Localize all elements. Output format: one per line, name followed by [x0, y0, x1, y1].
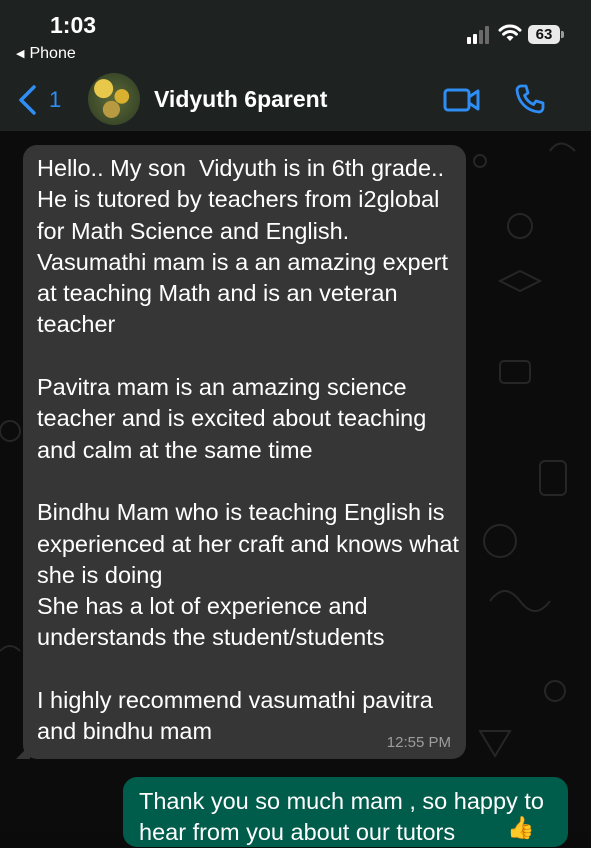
phone-call-icon[interactable] [514, 83, 546, 115]
outgoing-message-bubble[interactable]: Thank you so much mam , so happy to hear… [123, 777, 568, 847]
outgoing-message-text: Thank you so much mam , so happy to hear… [139, 788, 544, 845]
incoming-message-text: Hello.. My son Vidyuth is in 6th grade..… [37, 155, 459, 745]
message-timestamp: 12:55 PM [386, 734, 451, 751]
contact-avatar[interactable] [88, 73, 140, 125]
thumbs-up-emoji: 👍 [507, 815, 535, 840]
top-bar: 1:03 ◀ Phone 63 1 Vidyuth 6parent [0, 0, 591, 131]
status-time: 1:03 [50, 12, 97, 38]
incoming-message-bubble[interactable]: Hello.. My son Vidyuth is in 6th grade..… [16, 145, 466, 759]
back-to-app-link[interactable]: ◀ Phone [16, 45, 76, 63]
back-triangle-icon: ◀ [16, 48, 25, 60]
back-chevron-icon[interactable] [16, 84, 40, 116]
back-app-label: Phone [29, 45, 76, 62]
video-call-icon[interactable] [443, 86, 481, 114]
signal-icon [467, 26, 489, 44]
contact-name[interactable]: Vidyuth 6parent [154, 86, 327, 113]
unread-count[interactable]: 1 [49, 87, 61, 113]
bubble-tail [16, 745, 30, 759]
wifi-icon [498, 24, 522, 41]
battery-icon: 63 [528, 25, 564, 44]
